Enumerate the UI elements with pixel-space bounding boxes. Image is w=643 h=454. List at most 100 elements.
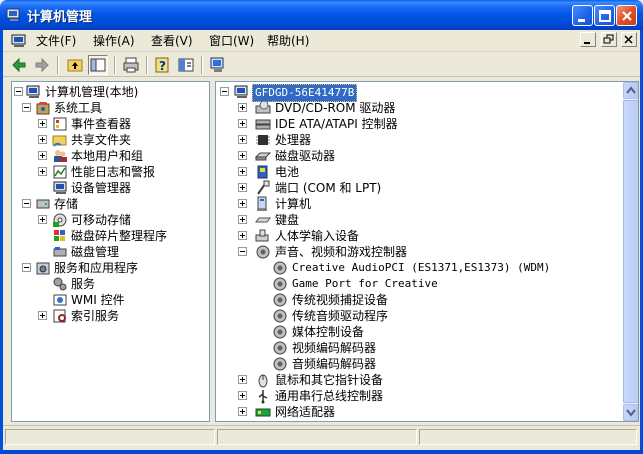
speaker-icon — [273, 325, 287, 339]
hid-icon — [255, 229, 269, 242]
scroll-down-button[interactable] — [623, 404, 638, 421]
performance-logs-icon — [53, 165, 67, 179]
collapse-toggle[interactable] — [22, 199, 31, 208]
expand-toggle[interactable] — [238, 119, 247, 128]
device-tree-pane[interactable]: GFDGD-56E41477B DVD/CD-ROM 驱动器 IDE ATA/A… — [215, 81, 639, 422]
computer-icon — [257, 196, 267, 211]
window-title: 计算机管理 — [27, 10, 93, 25]
console-tree-icon — [90, 58, 106, 72]
speaker-icon — [256, 245, 270, 259]
mouse-icon — [258, 374, 268, 388]
expand-toggle[interactable] — [238, 407, 247, 416]
arrow-up-icon — [626, 86, 636, 94]
speaker-icon — [273, 293, 287, 307]
expand-toggle[interactable] — [238, 167, 247, 176]
properties-button[interactable] — [176, 55, 196, 75]
expand-toggle[interactable] — [238, 183, 247, 192]
help-button[interactable]: ? — [153, 55, 173, 75]
help-icon: ? — [155, 57, 169, 73]
expand-toggle[interactable] — [238, 199, 247, 208]
forward-button[interactable] — [32, 55, 52, 75]
collapse-toggle[interactable] — [238, 247, 247, 256]
scan-hardware-button[interactable] — [208, 55, 228, 75]
maximize-icon — [599, 10, 611, 22]
shared-folder-icon — [52, 135, 67, 147]
device-manager-icon — [53, 181, 67, 194]
menu-bar: 文件(F) 操作(A) 查看(V) 窗口(W) 帮助(H) — [3, 30, 640, 52]
close-button[interactable] — [616, 5, 637, 26]
users-icon — [54, 150, 67, 162]
collapse-toggle[interactable] — [22, 263, 31, 272]
expand-toggle[interactable] — [238, 151, 247, 160]
printer-icon — [123, 57, 139, 73]
event-viewer-icon — [53, 117, 67, 131]
speaker-icon — [273, 277, 287, 291]
computer-icon — [234, 85, 248, 98]
console-tree-pane[interactable]: 计算机管理(本地) 系统工具 事件查看器 共享文件夹 本地用户和组 性能日志和警… — [11, 81, 210, 422]
menu-window[interactable]: 窗口(W) — [209, 33, 254, 49]
maximize-button[interactable] — [594, 5, 615, 26]
expand-toggle[interactable] — [38, 215, 47, 224]
menu-view[interactable]: 查看(V) — [151, 33, 193, 49]
battery-icon — [257, 165, 268, 179]
collapse-toggle[interactable] — [22, 103, 31, 112]
system-tools-icon — [36, 102, 50, 115]
mdi-restore-button[interactable] — [600, 32, 617, 47]
title-bar[interactable]: 计算机管理 — [0, 0, 643, 30]
folder-up-icon — [67, 59, 83, 72]
wmi-icon — [53, 294, 67, 306]
toolbar: ? — [3, 53, 640, 77]
minimize-icon — [578, 19, 585, 22]
window-frame-bottom — [0, 450, 643, 454]
expand-toggle[interactable] — [238, 135, 247, 144]
expand-toggle[interactable] — [38, 135, 47, 144]
minimize-icon — [584, 42, 590, 44]
expand-toggle[interactable] — [238, 375, 247, 384]
expand-toggle[interactable] — [38, 311, 47, 320]
up-level-button[interactable] — [65, 55, 85, 75]
show-hide-tree-button[interactable] — [88, 55, 108, 75]
expand-toggle[interactable] — [238, 215, 247, 224]
scroll-thumb[interactable] — [623, 100, 638, 403]
indexing-icon — [53, 309, 66, 323]
back-button[interactable] — [9, 55, 29, 75]
speaker-icon — [273, 309, 287, 323]
properties-icon — [178, 58, 194, 72]
expand-toggle[interactable] — [38, 119, 47, 128]
disk-management-icon — [53, 247, 67, 257]
expand-toggle[interactable] — [238, 391, 247, 400]
status-cell-1 — [5, 429, 215, 445]
mdi-minimize-button[interactable] — [580, 32, 596, 47]
scroll-up-button[interactable] — [623, 82, 638, 99]
print-button[interactable] — [121, 55, 141, 75]
arrow-down-icon — [626, 409, 636, 417]
mdi-close-button[interactable] — [621, 32, 637, 47]
forward-arrow-icon — [35, 57, 49, 73]
collapse-toggle[interactable] — [220, 87, 229, 96]
menu-help[interactable]: 帮助(H) — [267, 33, 309, 49]
vertical-scrollbar[interactable] — [623, 82, 638, 421]
minimize-button[interactable] — [572, 5, 593, 26]
status-cell-3 — [419, 429, 637, 445]
collapse-toggle[interactable] — [14, 87, 23, 96]
usb-icon — [258, 390, 268, 404]
computer-management-icon — [26, 85, 40, 98]
toolbar-separator — [114, 56, 116, 74]
toolbar-separator — [201, 56, 203, 74]
expand-toggle[interactable] — [38, 151, 47, 160]
network-adapter-icon — [255, 408, 271, 417]
console-document-icon[interactable] — [11, 33, 27, 49]
restore-icon — [603, 34, 613, 44]
removable-storage-icon — [53, 213, 67, 227]
toolbar-separator — [57, 56, 59, 74]
ide-controller-icon — [255, 119, 271, 130]
menu-action[interactable]: 操作(A) — [93, 33, 135, 49]
toolbar-separator — [146, 56, 148, 74]
processor-icon — [256, 135, 270, 145]
expand-toggle[interactable] — [238, 103, 247, 112]
menu-file[interactable]: 文件(F) — [36, 33, 76, 49]
speaker-icon — [273, 357, 287, 371]
back-arrow-icon — [12, 57, 26, 73]
expand-toggle[interactable] — [238, 231, 247, 240]
expand-toggle[interactable] — [38, 167, 47, 176]
